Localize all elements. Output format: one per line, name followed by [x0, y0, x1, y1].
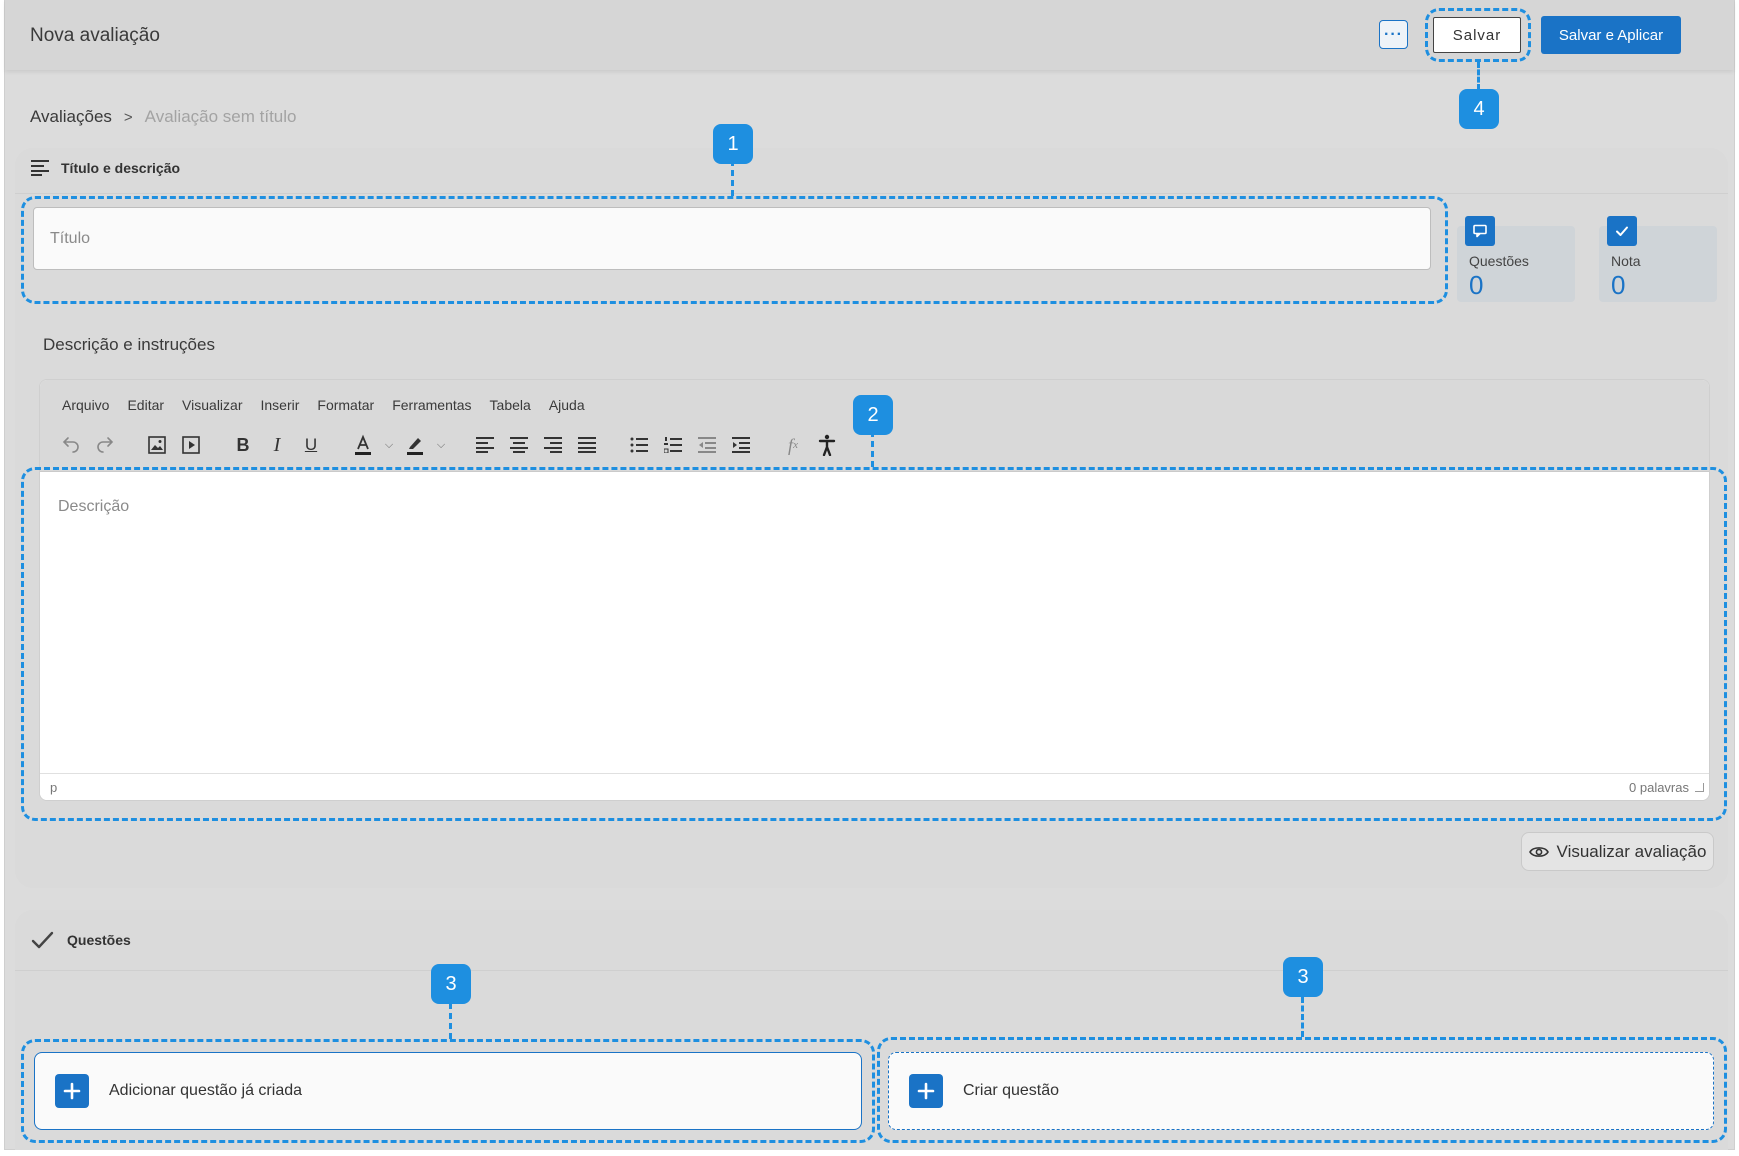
questions-header: Questões — [31, 930, 131, 950]
save-button[interactable]: Salvar — [1433, 17, 1521, 53]
title-input[interactable] — [34, 208, 1430, 269]
menu-arquivo[interactable]: Arquivo — [62, 397, 109, 413]
add-existing-question-label: Adicionar questão já criada — [109, 1082, 303, 1099]
more-options-button[interactable]: ··· — [1379, 20, 1408, 49]
breadcrumb-root-link[interactable]: Avaliações — [30, 107, 112, 127]
menu-tabela[interactable]: Tabela — [490, 397, 531, 413]
section-divider — [15, 193, 1728, 194]
accessibility-icon[interactable] — [810, 428, 844, 462]
outdent-icon[interactable] — [690, 428, 724, 462]
rich-text-editor: Arquivo Editar Visualizar Inserir Format… — [39, 379, 1710, 801]
create-question-label: Criar questão — [963, 1082, 1060, 1099]
preview-assessment-button[interactable]: Visualizar avaliação — [1521, 832, 1714, 871]
grade-stat-label: Nota — [1611, 253, 1641, 269]
create-question-button[interactable]: Criar questão — [888, 1052, 1714, 1130]
grade-stat-value: 0 — [1611, 270, 1626, 300]
editor-statusbar: p 0 palavras — [40, 773, 1709, 800]
element-path[interactable]: p — [50, 780, 57, 795]
undo-icon[interactable] — [54, 428, 88, 462]
italic-icon[interactable]: I — [260, 428, 294, 462]
formula-icon[interactable]: fx — [776, 428, 810, 462]
align-center-icon[interactable] — [502, 428, 536, 462]
plus-icon — [909, 1074, 943, 1108]
breadcrumb-current: Avaliação sem título — [144, 107, 297, 126]
align-justify-icon[interactable] — [570, 428, 604, 462]
preview-assessment-label: Visualizar avaliação — [1556, 841, 1707, 861]
questions-stat: Questões 0 — [1457, 216, 1575, 302]
annotation-badge-3b: 3 — [1283, 957, 1323, 997]
add-existing-question-button[interactable]: Adicionar questão já criada — [34, 1052, 862, 1130]
top-bar: Nova avaliação ··· Salvar Salvar e Aplic… — [5, 0, 1734, 70]
editor-toolbar: B I U ⌵ ⌵ f x — [54, 428, 844, 462]
chevron-down-icon[interactable]: ⌵ — [380, 439, 398, 452]
save-and-apply-button[interactable]: Salvar e Aplicar — [1541, 16, 1681, 54]
annotation-badge-1: 1 — [713, 124, 753, 164]
description-editor-area[interactable]: Descrição — [40, 472, 1709, 776]
title-field-wrapper — [33, 207, 1431, 270]
video-icon[interactable] — [174, 428, 208, 462]
annotation-badge-4: 4 — [1459, 89, 1499, 129]
image-icon[interactable] — [140, 428, 174, 462]
bullet-list-icon[interactable] — [622, 428, 656, 462]
description-placeholder: Descrição — [58, 498, 130, 515]
title-description-heading: Título e descrição — [61, 160, 181, 176]
underline-icon[interactable]: U — [294, 428, 328, 462]
menu-inserir[interactable]: Inserir — [260, 397, 299, 413]
checkmark-icon — [1607, 216, 1637, 246]
questions-stat-value: 0 — [1469, 270, 1484, 300]
menu-editar[interactable]: Editar — [127, 397, 164, 413]
page-title: Nova avaliação — [30, 25, 160, 46]
align-left-icon[interactable] — [468, 428, 502, 462]
eye-icon — [1528, 846, 1549, 857]
numbered-list-icon[interactable] — [656, 428, 690, 462]
description-label: Descrição e instruções — [43, 335, 215, 354]
text-color-icon[interactable] — [346, 428, 380, 462]
editor-menu: Arquivo Editar Visualizar Inserir Format… — [62, 397, 585, 413]
menu-ajuda[interactable]: Ajuda — [549, 397, 585, 413]
questions-heading: Questões — [67, 932, 131, 948]
annotation-badge-3a: 3 — [431, 964, 471, 1004]
menu-visualizar[interactable]: Visualizar — [182, 397, 242, 413]
align-right-icon[interactable] — [536, 428, 570, 462]
resize-handle-icon[interactable] — [1695, 783, 1704, 792]
menu-ferramentas[interactable]: Ferramentas — [392, 397, 471, 413]
double-check-icon — [31, 931, 54, 949]
menu-formatar[interactable]: Formatar — [317, 397, 374, 413]
breadcrumb: Avaliações > Avaliação sem título — [30, 107, 297, 127]
grade-stat: Nota 0 — [1599, 216, 1717, 302]
title-description-header: Título e descrição — [31, 160, 180, 176]
plus-icon — [55, 1074, 89, 1108]
highlight-icon[interactable] — [398, 428, 432, 462]
redo-icon[interactable] — [88, 428, 122, 462]
section-divider — [15, 970, 1728, 971]
text-lines-icon — [31, 160, 49, 176]
indent-icon[interactable] — [724, 428, 758, 462]
word-count: 0 palavras — [1629, 780, 1689, 795]
annotation-badge-2: 2 — [853, 395, 893, 435]
bold-icon[interactable]: B — [226, 428, 260, 462]
chat-icon — [1465, 216, 1495, 246]
chevron-down-icon[interactable]: ⌵ — [432, 439, 450, 452]
breadcrumb-separator: > — [123, 108, 133, 126]
app-page: Nova avaliação ··· Salvar Salvar e Aplic… — [4, 0, 1735, 1150]
questions-stat-label: Questões — [1469, 253, 1529, 269]
